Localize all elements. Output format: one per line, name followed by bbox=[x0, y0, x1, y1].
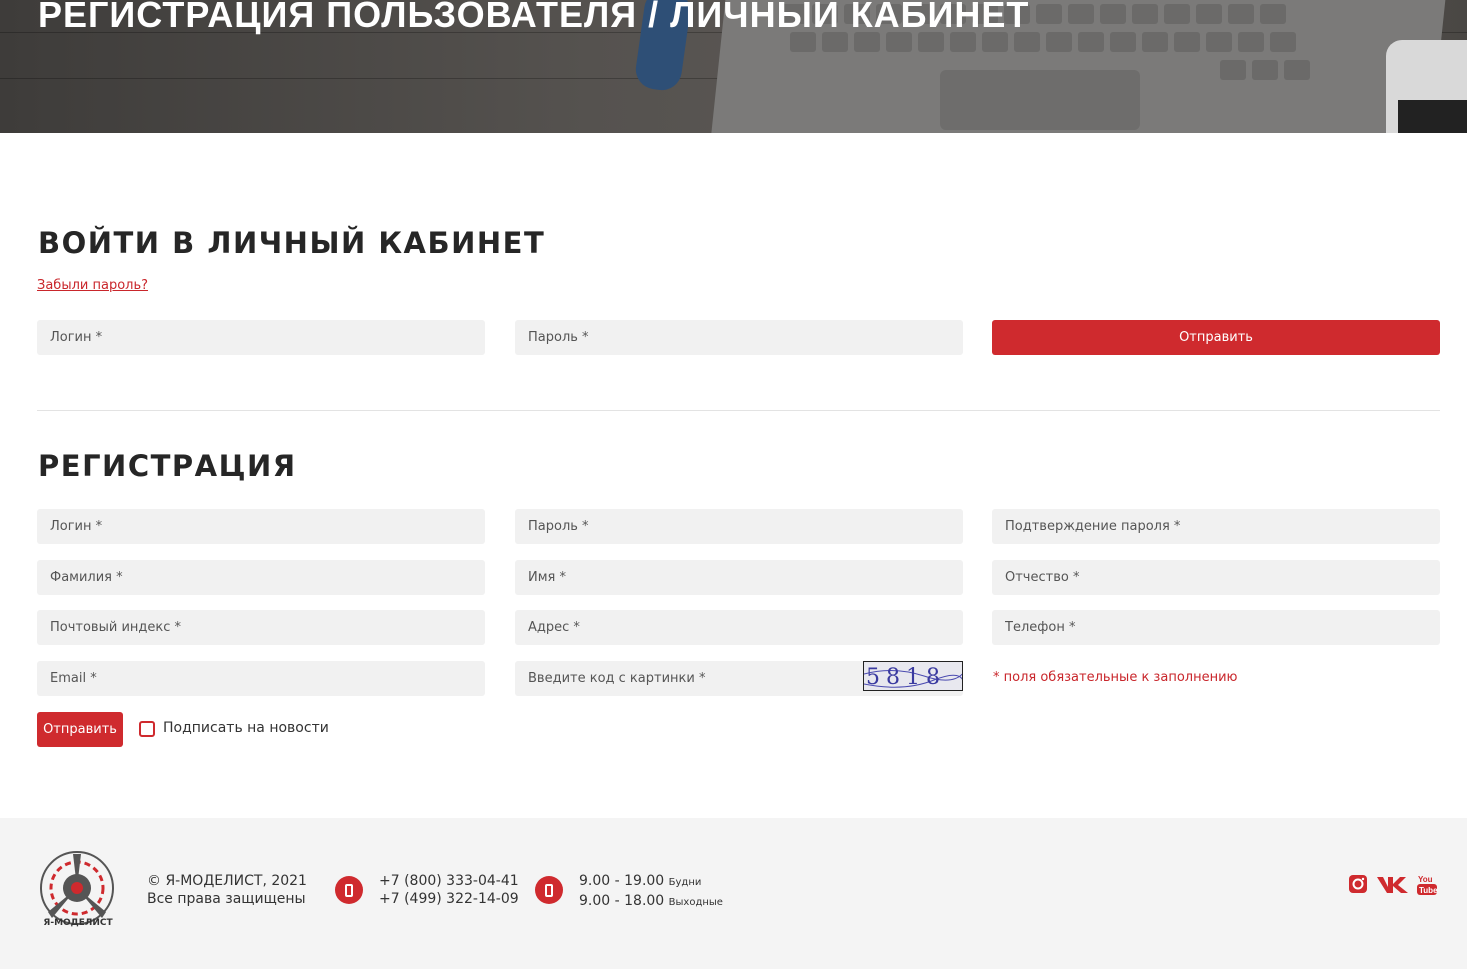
phone-input[interactable] bbox=[992, 610, 1440, 645]
hero-banner: РЕГИСТРАЦИЯ ПОЛЬЗОВАТЕЛЯ / ЛИЧНЫЙ КАБИНЕ… bbox=[0, 0, 1467, 133]
trackpad-shape bbox=[940, 70, 1140, 130]
subscribe-checkbox[interactable] bbox=[139, 721, 155, 737]
rights-text: Все права защищены bbox=[147, 891, 306, 907]
page-title: РЕГИСТРАЦИЯ ПОЛЬЗОВАТЕЛЯ / ЛИЧНЫЙ КАБИНЕ… bbox=[38, 0, 1030, 35]
copyright: © Я-МОДЕЛИСТ, 2021 Все права защищены bbox=[147, 872, 307, 908]
instagram-icon[interactable] bbox=[1348, 874, 1368, 894]
register-login-input[interactable] bbox=[37, 509, 485, 544]
register-password-confirm-input[interactable] bbox=[992, 509, 1440, 544]
last-name-input[interactable] bbox=[37, 560, 485, 595]
phone-numbers: +7 (800) 333-04-41 +7 (499) 322-14-09 bbox=[379, 872, 519, 908]
captcha-image: 5818 bbox=[863, 661, 963, 691]
login-password-input[interactable] bbox=[515, 320, 963, 355]
captcha-drawing: 5818 bbox=[864, 665, 962, 690]
svg-text:Tube: Tube bbox=[1419, 886, 1438, 895]
youtube-icon[interactable]: You Tube bbox=[1416, 874, 1438, 896]
login-section-title: ВОЙТИ В ЛИЧНЫЙ КАБИНЕТ bbox=[38, 226, 546, 260]
register-password-input[interactable] bbox=[515, 509, 963, 544]
copyright-text: © Я-МОДЕЛИСТ, 2021 bbox=[147, 873, 307, 889]
phone-icon bbox=[335, 876, 363, 904]
section-divider bbox=[37, 410, 1440, 411]
postal-code-input[interactable] bbox=[37, 610, 485, 645]
register-submit-button[interactable]: Отправить bbox=[37, 712, 123, 747]
address-input[interactable] bbox=[515, 610, 963, 645]
forgot-password-link[interactable]: Забыли пароль? bbox=[37, 278, 148, 293]
logo-text: Я-МОДЕЛИСТ bbox=[43, 918, 113, 928]
subscribe-label[interactable]: Подписать на новости bbox=[163, 720, 329, 736]
hours-weekend-label: Выходные bbox=[668, 897, 723, 908]
phone-screen-shape bbox=[1398, 100, 1467, 133]
hours-weekday-label: Будни bbox=[668, 877, 702, 888]
hours-weekend-time: 9.00 - 18.00 bbox=[579, 893, 665, 909]
required-fields-note: * поля обязательные к заполнению bbox=[993, 670, 1238, 685]
phone-number-2[interactable]: +7 (499) 322-14-09 bbox=[379, 890, 519, 908]
vk-icon[interactable] bbox=[1376, 874, 1412, 894]
captcha-code: 5818 bbox=[866, 665, 946, 690]
working-hours: 9.00 - 19.00 Будни 9.00 - 18.00 Выходные bbox=[579, 872, 723, 912]
email-input[interactable] bbox=[37, 661, 485, 696]
hours-weekday-time: 9.00 - 19.00 bbox=[579, 873, 665, 889]
phone-number-1[interactable]: +7 (800) 333-04-41 bbox=[379, 872, 519, 890]
register-section-title: РЕГИСТРАЦИЯ bbox=[38, 449, 297, 483]
middle-name-input[interactable] bbox=[992, 560, 1440, 595]
clock-phone-icon bbox=[535, 876, 563, 904]
login-submit-button[interactable]: Отправить bbox=[992, 320, 1440, 355]
svg-text:You: You bbox=[1418, 875, 1433, 884]
login-username-input[interactable] bbox=[37, 320, 485, 355]
first-name-input[interactable] bbox=[515, 560, 963, 595]
